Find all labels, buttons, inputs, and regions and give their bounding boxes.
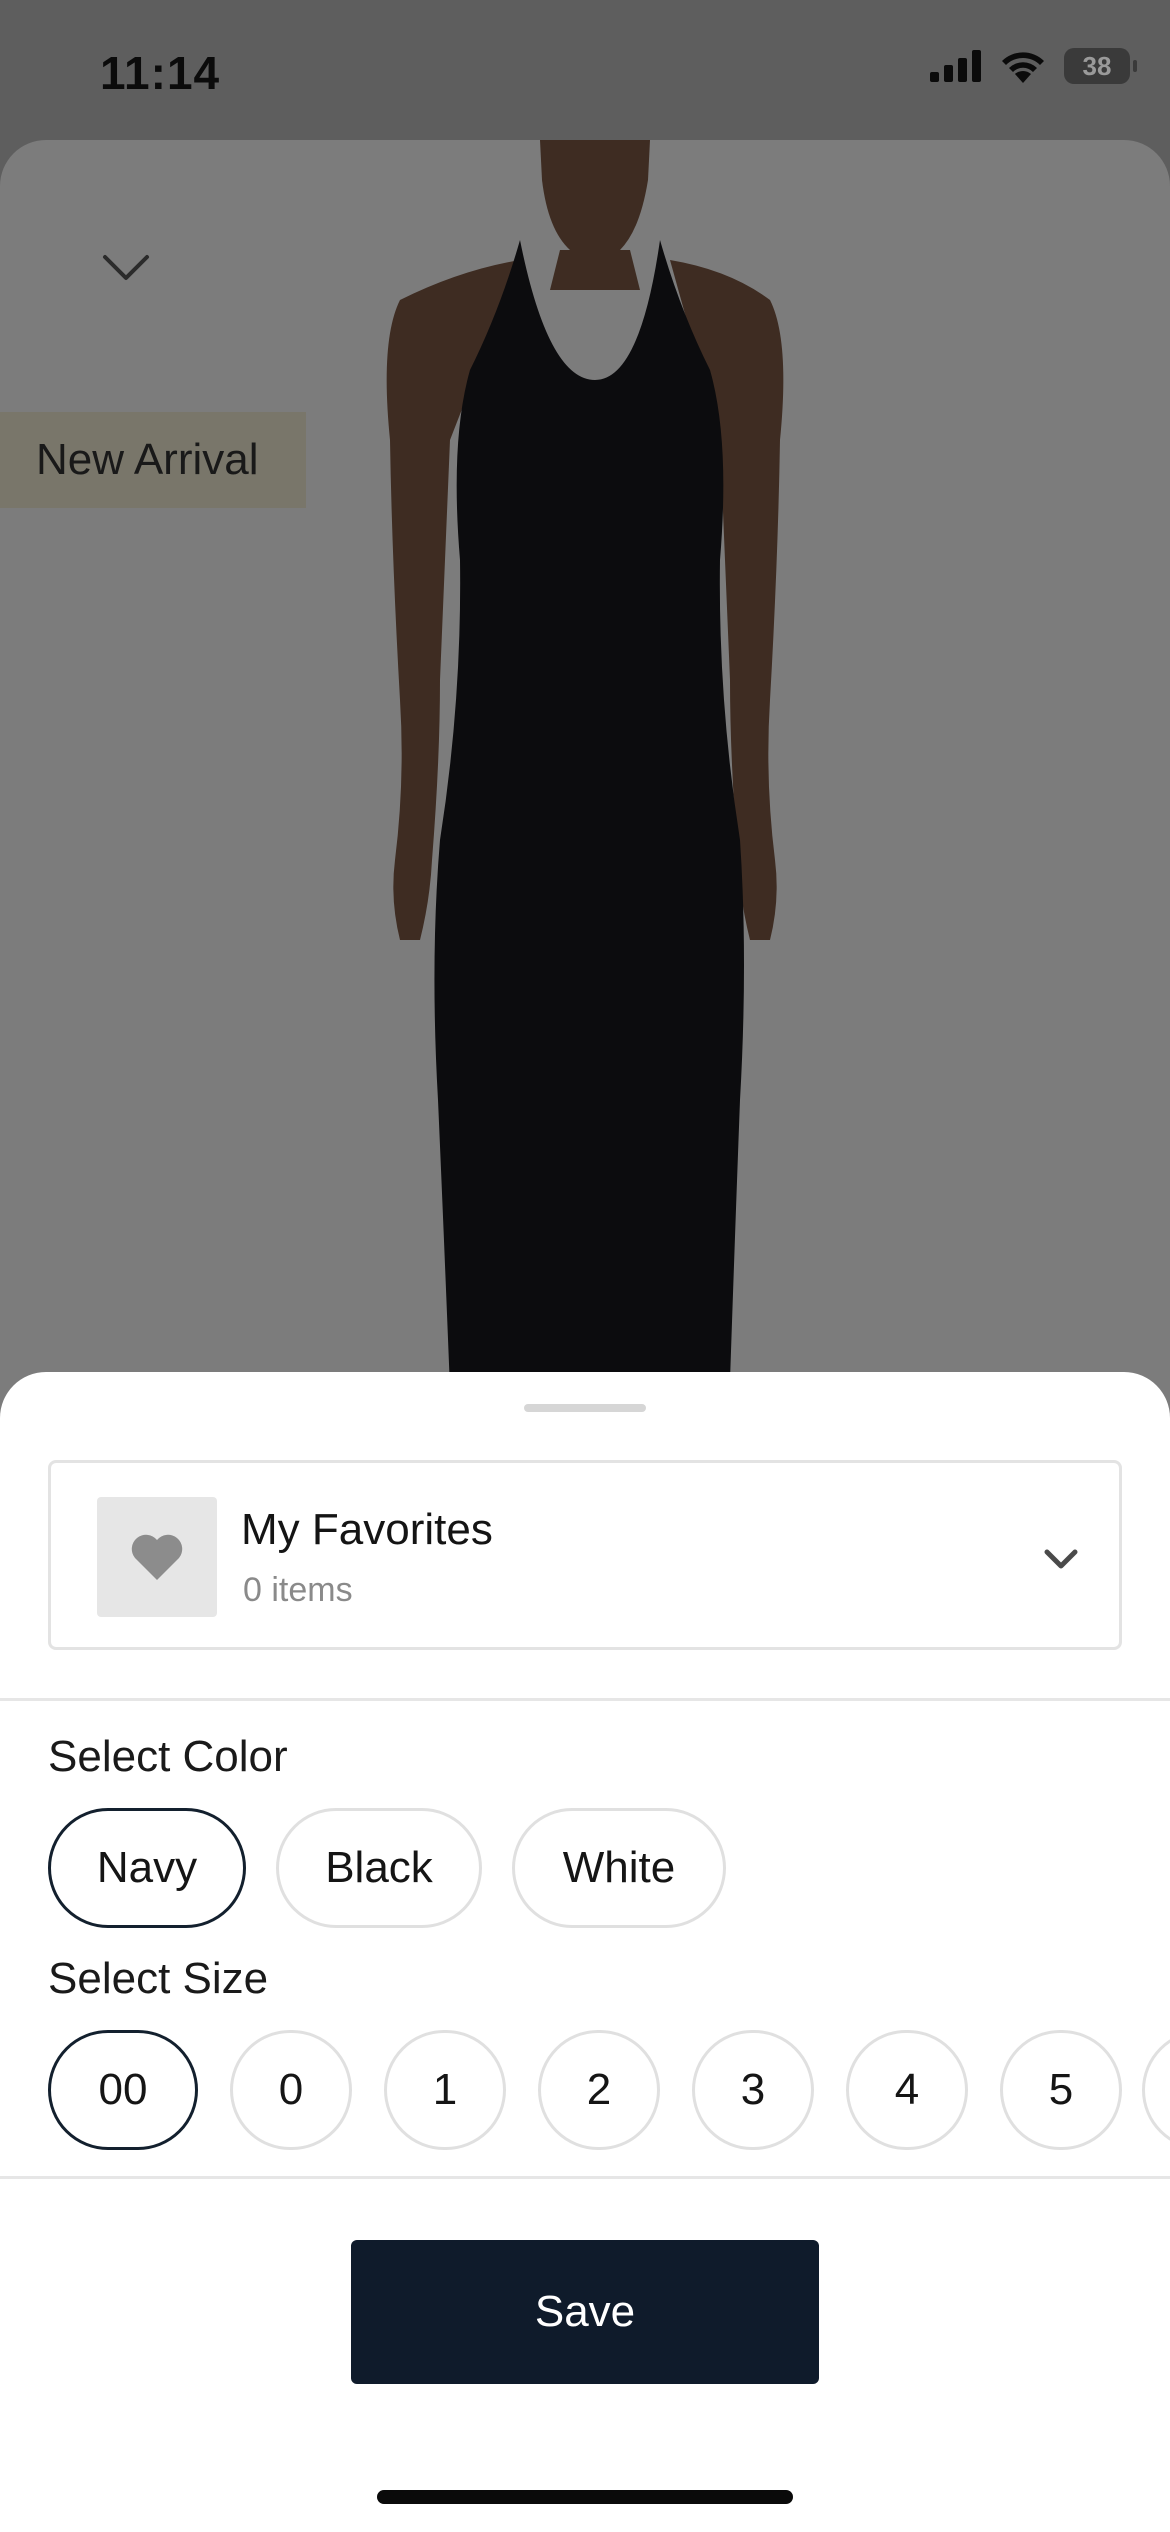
cellular-signal-icon	[930, 50, 981, 82]
divider	[0, 1698, 1170, 1701]
battery-icon: 38	[1064, 48, 1137, 84]
status-time: 11:14	[100, 47, 221, 99]
list-picker[interactable]: My Favorites 0 items	[48, 1460, 1122, 1650]
collapse-button[interactable]	[88, 230, 164, 306]
product-model-image	[386, 140, 784, 1440]
product-image-panel: New Arrival	[0, 140, 1170, 1440]
save-to-list-sheet: My Favorites 0 items Select Color Navy B…	[0, 1372, 1170, 2532]
color-option-white[interactable]: White	[512, 1808, 726, 1928]
size-option-2[interactable]: 2	[538, 2030, 660, 2150]
battery-level: 38	[1082, 50, 1112, 81]
size-options: 00 0 1 2 3 4 5	[48, 2030, 1122, 2150]
size-option-00[interactable]: 00	[48, 2030, 198, 2150]
heart-icon	[131, 1534, 183, 1580]
list-thumbnail	[97, 1497, 217, 1617]
save-button[interactable]: Save	[351, 2240, 819, 2384]
color-options: Navy Black White	[48, 1808, 726, 1928]
list-name: My Favorites	[241, 1505, 493, 1554]
select-size-label: Select Size	[48, 1954, 269, 2003]
size-option-0[interactable]: 0	[230, 2030, 352, 2150]
wifi-icon	[1002, 52, 1044, 83]
size-option-overflow[interactable]	[1142, 2030, 1170, 2150]
home-indicator	[377, 2490, 793, 2504]
chevron-down-icon	[1044, 1549, 1078, 1569]
new-arrival-badge: New Arrival	[0, 412, 306, 508]
size-option-3[interactable]: 3	[692, 2030, 814, 2150]
size-option-1[interactable]: 1	[384, 2030, 506, 2150]
divider	[0, 2176, 1170, 2179]
select-color-label: Select Color	[48, 1732, 288, 1781]
status-bar: 11:14 38	[0, 0, 1170, 140]
color-option-black[interactable]: Black	[276, 1808, 482, 1928]
color-option-navy[interactable]: Navy	[48, 1808, 246, 1928]
status-icons: 38	[930, 48, 1137, 84]
chevron-down-icon	[103, 255, 149, 280]
sheet-grabber[interactable]	[524, 1404, 646, 1412]
size-option-4[interactable]: 4	[846, 2030, 968, 2150]
list-item-count: 0 items	[243, 1571, 353, 1609]
size-option-5[interactable]: 5	[1000, 2030, 1122, 2150]
